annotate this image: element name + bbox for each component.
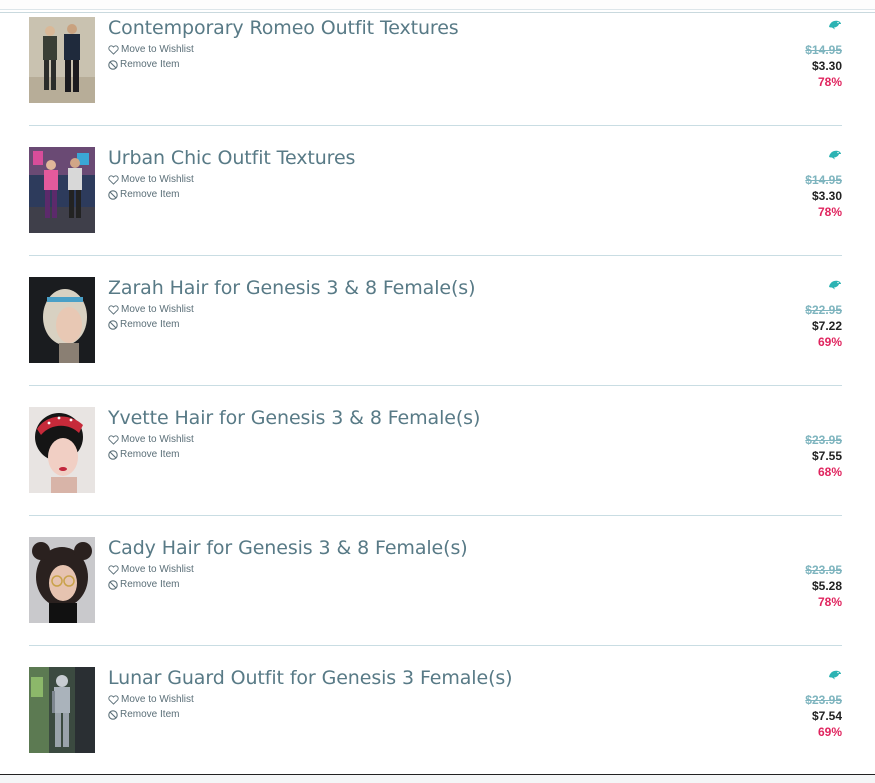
- product-thumbnail[interactable]: [29, 407, 95, 493]
- heart-icon: [108, 564, 119, 575]
- product-thumbnail[interactable]: [29, 277, 95, 363]
- move-to-wishlist-link[interactable]: Move to Wishlist: [108, 434, 194, 445]
- ban-icon: [108, 189, 118, 200]
- product-title[interactable]: Cady Hair for Genesis 3 & 8 Female(s): [108, 537, 468, 559]
- product-title[interactable]: Yvette Hair for Genesis 3 & 8 Female(s): [108, 407, 480, 429]
- product-title[interactable]: Zarah Hair for Genesis 3 & 8 Female(s): [108, 277, 476, 299]
- heart-icon: [108, 44, 119, 55]
- original-price: $23.95: [805, 563, 842, 577]
- sale-price: $7.22: [811, 319, 842, 333]
- move-to-wishlist-link[interactable]: Move to Wishlist: [108, 174, 194, 185]
- price-block: $14.95 $3.30 78%: [762, 17, 842, 89]
- cart-item: Cady Hair for Genesis 3 & 8 Female(s) Mo…: [29, 533, 842, 646]
- original-price: $22.95: [805, 303, 842, 317]
- move-to-wishlist-label: Move to Wishlist: [121, 694, 194, 705]
- remove-item-label: Remove Item: [120, 319, 180, 330]
- remove-item-link[interactable]: Remove Item: [108, 709, 179, 720]
- move-to-wishlist-link[interactable]: Move to Wishlist: [108, 44, 194, 55]
- price-block: $22.95 $7.22 69%: [762, 277, 842, 349]
- heart-icon: [108, 304, 119, 315]
- product-thumbnail[interactable]: [29, 537, 95, 623]
- sale-price: $5.28: [811, 579, 842, 593]
- move-to-wishlist-link[interactable]: Move to Wishlist: [108, 694, 194, 705]
- move-to-wishlist-label: Move to Wishlist: [121, 434, 194, 445]
- discount-percent: 69%: [817, 335, 842, 349]
- dolphin-icon: [828, 17, 842, 30]
- remove-item-link[interactable]: Remove Item: [108, 59, 179, 70]
- discount-percent: 78%: [817, 205, 842, 219]
- original-price: $23.95: [805, 693, 842, 707]
- original-price: $23.95: [805, 433, 842, 447]
- product-title[interactable]: Contemporary Romeo Outfit Textures: [108, 17, 459, 39]
- ban-icon: [108, 59, 118, 70]
- heart-icon: [108, 694, 119, 705]
- sale-price: $7.54: [811, 709, 842, 723]
- original-price: $14.95: [805, 43, 842, 57]
- dolphin-icon: [828, 667, 842, 680]
- ban-icon: [108, 449, 118, 460]
- move-to-wishlist-label: Move to Wishlist: [121, 304, 194, 315]
- dolphin-icon: [828, 147, 842, 160]
- product-title[interactable]: Urban Chic Outfit Textures: [108, 147, 355, 169]
- remove-item-link[interactable]: Remove Item: [108, 189, 179, 200]
- price-block: $14.95 $3.30 78%: [762, 147, 842, 219]
- move-to-wishlist-label: Move to Wishlist: [121, 564, 194, 575]
- remove-item-label: Remove Item: [120, 189, 180, 200]
- remove-item-link[interactable]: Remove Item: [108, 579, 179, 590]
- remove-item-link[interactable]: Remove Item: [108, 319, 179, 330]
- discount-percent: 69%: [817, 725, 842, 739]
- ban-icon: [108, 709, 118, 720]
- original-price: $14.95: [805, 173, 842, 187]
- discount-percent: 78%: [817, 75, 842, 89]
- remove-item-label: Remove Item: [120, 449, 180, 460]
- sale-price: $3.30: [811, 59, 842, 73]
- cart-list: Contemporary Romeo Outfit Textures Move …: [29, 13, 842, 776]
- top-bar: [0, 0, 875, 10]
- product-thumbnail[interactable]: [29, 667, 95, 753]
- sale-price: $7.55: [811, 449, 842, 463]
- move-to-wishlist-link[interactable]: Move to Wishlist: [108, 564, 194, 575]
- discount-percent: 68%: [817, 465, 842, 479]
- sale-price: $3.30: [811, 189, 842, 203]
- move-to-wishlist-link[interactable]: Move to Wishlist: [108, 304, 194, 315]
- remove-item-link[interactable]: Remove Item: [108, 449, 179, 460]
- price-block: $23.95 $7.55 68%: [762, 407, 842, 479]
- discount-percent: 78%: [817, 595, 842, 609]
- remove-item-label: Remove Item: [120, 579, 180, 590]
- ban-icon: [108, 579, 118, 590]
- cart-item: Urban Chic Outfit Textures Move to Wishl…: [29, 143, 842, 256]
- remove-item-label: Remove Item: [120, 709, 180, 720]
- cart-item: Contemporary Romeo Outfit Textures Move …: [29, 13, 842, 126]
- cart-item: Yvette Hair for Genesis 3 & 8 Female(s) …: [29, 403, 842, 516]
- product-thumbnail[interactable]: [29, 147, 95, 233]
- price-block: $23.95 $7.54 69%: [762, 667, 842, 739]
- cart-item: Lunar Guard Outfit for Genesis 3 Female(…: [29, 663, 842, 776]
- heart-icon: [108, 174, 119, 185]
- remove-item-label: Remove Item: [120, 59, 180, 70]
- cart-item: Zarah Hair for Genesis 3 & 8 Female(s) M…: [29, 273, 842, 386]
- heart-icon: [108, 434, 119, 445]
- ban-icon: [108, 319, 118, 330]
- product-title[interactable]: Lunar Guard Outfit for Genesis 3 Female(…: [108, 667, 513, 689]
- price-block: $23.95 $5.28 78%: [762, 537, 842, 609]
- product-thumbnail[interactable]: [29, 17, 95, 103]
- move-to-wishlist-label: Move to Wishlist: [121, 174, 194, 185]
- move-to-wishlist-label: Move to Wishlist: [121, 44, 194, 55]
- dolphin-icon: [828, 277, 842, 290]
